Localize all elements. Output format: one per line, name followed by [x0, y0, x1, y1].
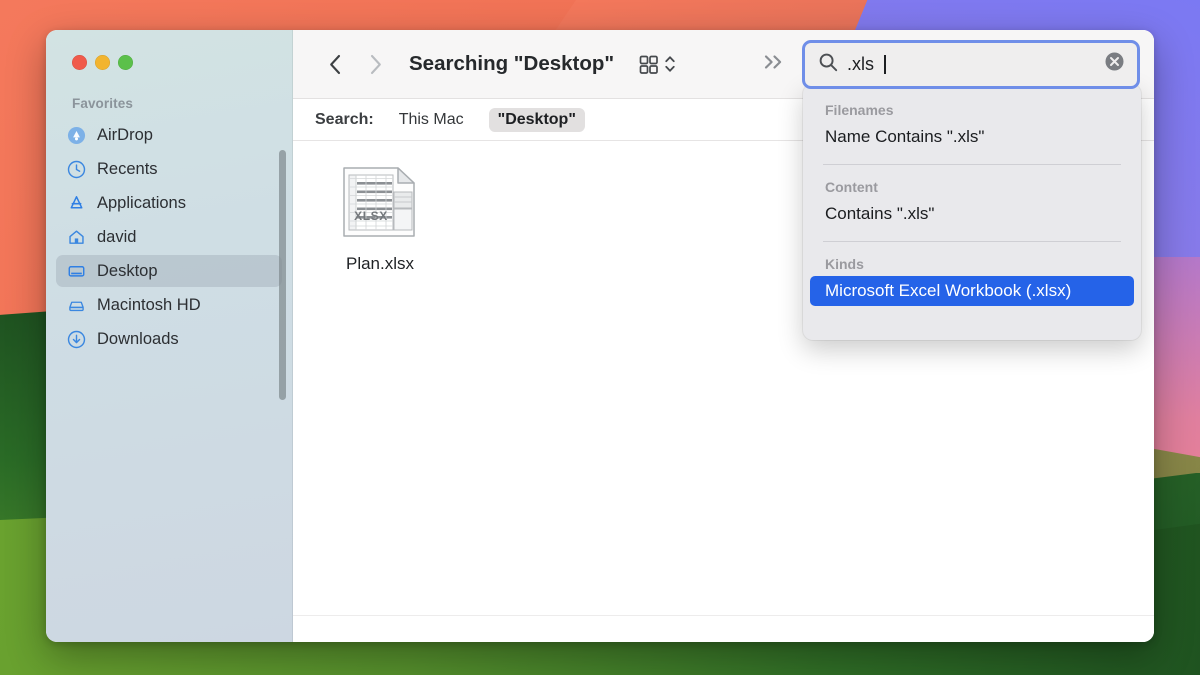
airdrop-icon	[66, 125, 86, 145]
back-button[interactable]	[315, 45, 355, 83]
harddisk-icon	[66, 295, 86, 315]
finder-toolbar: Searching "Desktop" .xls Filenames Name …	[293, 30, 1154, 340]
double-chevron-right-icon	[764, 54, 782, 69]
chevron-right-icon	[370, 54, 381, 74]
search-area: .xls Filenames Name Contains ".xls" Cont…	[802, 39, 1141, 340]
close-button[interactable]	[72, 55, 87, 70]
forward-button[interactable]	[355, 45, 395, 83]
suggestion-row-name-contains[interactable]: Name Contains ".xls"	[803, 122, 1141, 152]
suggestion-row-kind-xlsx[interactable]: Microsoft Excel Workbook (.xlsx)	[810, 275, 1134, 306]
suggestion-separator	[823, 240, 1121, 242]
suggestion-group-label: Kinds	[825, 255, 864, 272]
toolbar-overflow-button[interactable]	[762, 51, 802, 78]
clear-search-button[interactable]	[1104, 51, 1125, 77]
sidebar-item-label: david	[97, 227, 137, 246]
sidebar-item-label: Macintosh HD	[97, 295, 201, 314]
sidebar-group-favorites-title: Favorites	[72, 96, 133, 111]
sidebar-item-label: Downloads	[97, 329, 179, 348]
clock-icon	[66, 159, 86, 179]
scope-button-this-mac[interactable]: This Mac	[390, 108, 473, 132]
search-suggestions-dropdown: Filenames Name Contains ".xls" Content C…	[803, 83, 1141, 340]
grid-view-icon	[639, 55, 658, 74]
finder-main-pane: Searching "Desktop" .xls Filenames Name …	[293, 30, 1154, 642]
finder-sidebar: Favorites AirDrop Recents Applications d…	[46, 30, 293, 642]
sidebar-item-recents[interactable]: Recents	[56, 153, 282, 185]
desktop-icon	[66, 261, 86, 281]
finder-window: Favorites AirDrop Recents Applications d…	[46, 30, 1154, 642]
maximize-button[interactable]	[118, 55, 133, 70]
sidebar-item-desktop[interactable]: Desktop	[56, 255, 282, 287]
minimize-button[interactable]	[95, 55, 110, 70]
clear-circle-icon	[1105, 52, 1124, 71]
sidebar-item-label: AirDrop	[97, 125, 153, 144]
search-scope-label: Search:	[315, 110, 374, 128]
sidebar-scrollbar[interactable]	[279, 150, 286, 400]
search-input[interactable]: .xls	[847, 54, 874, 75]
page-title: Searching "Desktop"	[409, 52, 615, 75]
chevron-left-icon	[329, 54, 340, 74]
chevron-up-down-icon	[665, 56, 675, 72]
suggestion-group-label: Content	[825, 178, 878, 195]
status-bar-divider	[293, 615, 1154, 616]
search-field[interactable]: .xls	[802, 39, 1140, 89]
apps-icon	[66, 193, 86, 213]
sidebar-item-label: Recents	[97, 159, 158, 178]
sidebar-items-list: AirDrop Recents Applications david Deskt…	[46, 119, 292, 355]
sidebar-item-downloads[interactable]: Downloads	[56, 323, 282, 355]
sidebar-item-macintosh-hd[interactable]: Macintosh HD	[56, 289, 282, 321]
xlsx-file-icon: XLSX	[332, 163, 428, 245]
search-icon	[818, 52, 838, 77]
sidebar-item-david[interactable]: david	[56, 221, 282, 253]
text-caret	[884, 54, 886, 74]
file-name-label: Plan.xlsx	[345, 254, 415, 273]
suggestion-group-label: Filenames	[825, 101, 894, 118]
suggestion-separator	[823, 163, 1121, 165]
suggestion-row-content-contains[interactable]: Contains ".xls"	[803, 199, 1141, 229]
sidebar-item-airdrop[interactable]: AirDrop	[56, 119, 282, 151]
view-options-button[interactable]	[638, 53, 676, 75]
scope-button-desktop[interactable]: "Desktop"	[488, 107, 585, 132]
home-icon	[66, 227, 86, 247]
download-icon	[66, 329, 86, 349]
sidebar-item-label: Desktop	[97, 261, 158, 280]
sidebar-item-applications[interactable]: Applications	[56, 187, 282, 219]
window-controls	[46, 30, 292, 70]
sidebar-item-label: Applications	[97, 193, 186, 212]
file-item-plan-xlsx[interactable]: XLSX Plan.xlsx	[321, 163, 439, 274]
svg-text:XLSX: XLSX	[354, 209, 388, 223]
